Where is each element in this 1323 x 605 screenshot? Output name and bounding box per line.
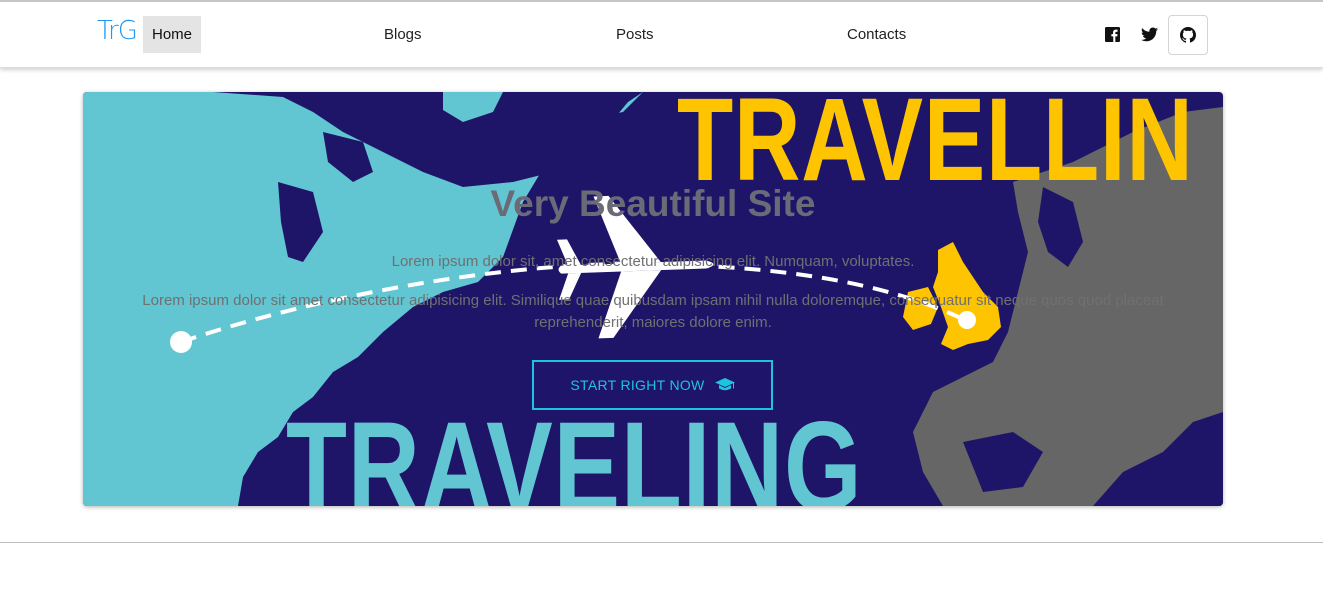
facebook-icon[interactable] xyxy=(1103,25,1121,43)
hero-banner: TRAVELLIN TRAVELING Very Beautiful Site … xyxy=(83,92,1223,506)
navbar: TrG Home Blogs Posts Contacts xyxy=(0,2,1323,68)
brand-logo[interactable]: TrG xyxy=(97,16,138,46)
nav-home[interactable]: Home xyxy=(143,16,201,53)
hero-description: Lorem ipsum dolor sit amet consectetur a… xyxy=(142,292,1164,331)
hero-subtitle: Lorem ipsum dolor sit, amet consectetur … xyxy=(391,253,915,270)
hero-background-word-bottom: TRAVELING xyxy=(286,396,863,506)
nav-posts[interactable]: Posts xyxy=(616,26,654,43)
graduation-cap-icon xyxy=(714,378,735,392)
cta-label: START RIGHT NOW xyxy=(570,377,705,393)
nav-blogs[interactable]: Blogs xyxy=(384,26,422,43)
twitter-icon[interactable] xyxy=(1140,25,1158,43)
start-right-now-button[interactable]: START RIGHT NOW xyxy=(532,360,773,410)
github-icon[interactable] xyxy=(1168,15,1208,55)
hero-title: Very Beautiful Site xyxy=(490,183,816,224)
footer-divider xyxy=(0,542,1323,543)
nav-contacts[interactable]: Contacts xyxy=(847,26,906,43)
